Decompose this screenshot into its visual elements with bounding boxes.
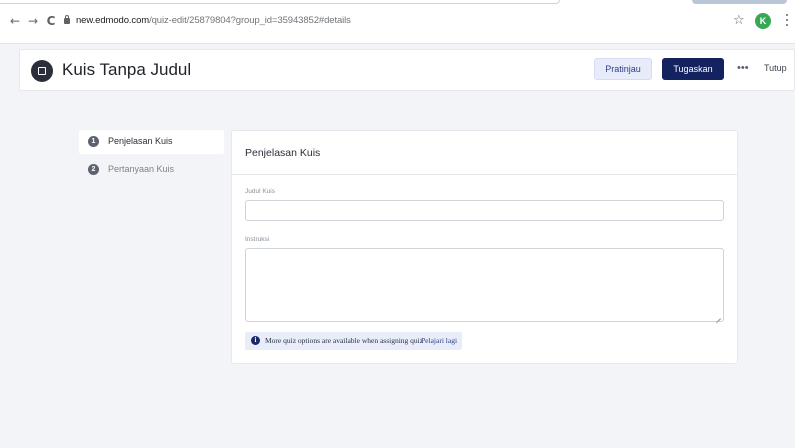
step-quiz-questions[interactable]: 2 Pertanyaan Kuis [79,158,224,182]
more-options-icon[interactable]: ••• [737,62,749,74]
profile-avatar[interactable]: K [755,13,771,29]
instructions-label: Instruksi [245,236,270,243]
background-tab[interactable] [692,0,787,4]
step-number-badge: 1 [88,136,99,147]
reload-icon[interactable]: C [44,14,58,28]
notice-text: More quiz options are available when ass… [265,336,424,345]
quiz-icon [31,60,53,82]
quiz-header: Kuis Tanpa Judul Pratinjau Tugaskan ••• … [19,49,795,91]
bookmark-star-icon[interactable]: ☆ [733,13,745,28]
close-button[interactable]: Tutup [764,63,787,73]
tab-strip [0,0,795,10]
info-notice: i More quiz options are available when a… [245,332,462,350]
card-header: Penjelasan Kuis [232,131,737,175]
quiz-details-card: Penjelasan Kuis Judul Kuis Instruksi i M… [231,130,738,364]
preview-button[interactable]: Pratinjau [594,58,652,80]
assign-button[interactable]: Tugaskan [662,58,724,80]
step-label: Pertanyaan Kuis [108,164,175,174]
url-domain: new.edmodo.com [76,15,150,26]
browser-toolbar: ← → C new.edmodo.com/quiz-edit/25879804?… [0,0,795,44]
step-quiz-description[interactable]: 1 Penjelasan Kuis [79,130,224,154]
back-icon[interactable]: ← [8,14,22,28]
resize-handle[interactable] [715,313,721,319]
lock-icon[interactable] [64,15,70,24]
learn-more-link[interactable]: Pelajari lagi [421,336,457,345]
address-bar[interactable]: new.edmodo.com/quiz-edit/25879804?group_… [76,15,351,26]
instructions-textarea[interactable] [245,248,724,322]
step-number-badge: 2 [88,164,99,175]
active-tab[interactable] [0,0,560,4]
page-title: Kuis Tanpa Judul [62,60,192,79]
browser-menu-icon[interactable] [786,14,789,28]
quiz-title-input[interactable] [245,200,724,221]
url-path: /quiz-edit/25879804?group_id=35943852#de… [149,15,351,26]
info-icon: i [251,336,260,345]
step-label: Penjelasan Kuis [108,136,173,146]
forward-icon[interactable]: → [26,14,40,28]
card-title: Penjelasan Kuis [245,147,321,159]
quiz-title-label: Judul Kuis [245,188,275,195]
